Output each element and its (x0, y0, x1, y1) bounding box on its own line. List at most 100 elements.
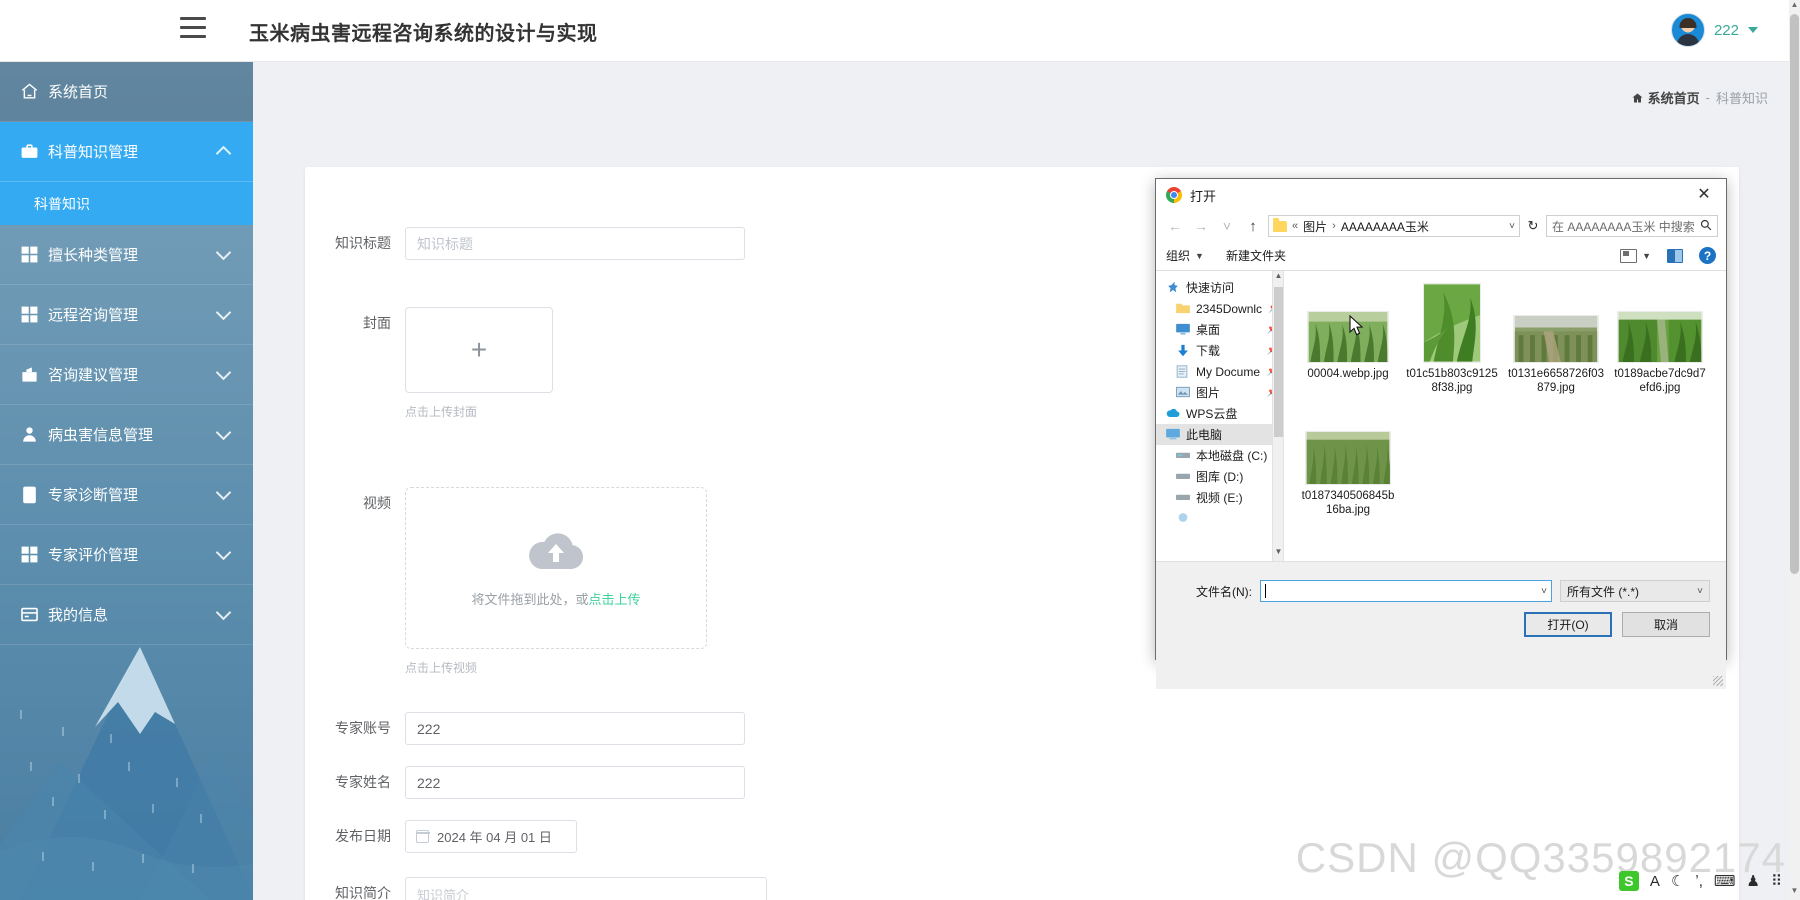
scrollbar-thumb[interactable] (1274, 287, 1283, 437)
file-item[interactable]: 00004.webp.jpg (1296, 283, 1400, 405)
knowledge-intro-textarea[interactable] (405, 877, 767, 900)
tree-item-2345downloads[interactable]: 2345Downlc 📌 (1156, 298, 1283, 319)
chevron-up-icon (215, 145, 232, 162)
tree-scrollbar[interactable]: ▲ ▼ (1272, 271, 1283, 561)
dialog-title-bar: 打开 ✕ (1156, 179, 1726, 211)
file-item[interactable]: t01c51b803c91258f38.jpg (1400, 283, 1504, 405)
toolbar-right-group: ▼ ? (1620, 247, 1716, 264)
tree-item-local-disk-c[interactable]: 本地磁盘 (C:) (1156, 445, 1283, 466)
preview-pane-icon[interactable] (1667, 248, 1683, 263)
sidebar-item-knowledge-management[interactable]: 科普知识管理 (0, 122, 253, 182)
chevron-down-icon (215, 244, 232, 261)
file-item[interactable]: t0189acbe7dc9d7efd6.jpg (1608, 283, 1712, 405)
file-item[interactable]: t0131e6658726f03879.jpg (1504, 283, 1608, 405)
breadcrumb-home[interactable]: 系统首页 (1631, 88, 1700, 107)
change-view-button[interactable]: ▼ (1620, 248, 1651, 263)
tree-item-network-partial[interactable] (1156, 508, 1283, 529)
sogou-logo-icon[interactable]: S (1618, 871, 1639, 891)
sidebar-item-specialty-type-management[interactable]: 擅长种类管理 (0, 225, 253, 285)
sidebar-subitem-label: 科普知识 (34, 195, 90, 212)
cover-upload-button[interactable]: + (405, 307, 553, 393)
sidebar-item-advice-management[interactable]: 咨询建议管理 (0, 345, 253, 405)
new-folder-button[interactable]: 新建文件夹 (1226, 247, 1286, 264)
expert-account-input[interactable] (405, 712, 745, 745)
resize-grip[interactable] (1713, 676, 1723, 686)
address-bar[interactable]: « 图片 › AAAAAAAA玉米 ˅ (1268, 215, 1520, 237)
chrome-icon (1166, 187, 1182, 203)
sidebar-item-expert-diagnosis-management[interactable]: 专家诊断管理 (0, 465, 253, 525)
search-icon[interactable] (1700, 219, 1712, 234)
chevron-down-icon[interactable]: ˅ (1541, 586, 1547, 597)
ime-keyboard-icon[interactable]: ⌨ (1714, 872, 1736, 890)
tree-item-label: 本地磁盘 (C:) (1196, 449, 1268, 463)
tree-item-this-pc[interactable]: 此电脑 (1156, 424, 1283, 445)
tree-item-disk-d[interactable]: 图库 (D:) (1156, 466, 1283, 487)
publish-date-picker[interactable]: 2024 年 04 月 01 日 (405, 820, 577, 853)
address-part-0[interactable]: 图片 (1303, 218, 1327, 235)
ime-toolbox-icon[interactable]: ⠿ (1771, 872, 1782, 890)
ime-punctuation-icon[interactable]: ʼ, (1695, 873, 1703, 890)
calendar-icon (415, 830, 430, 843)
tree-item-downloads[interactable]: 下载 📌 (1156, 340, 1283, 361)
video-dropzone[interactable]: 将文件拖到此处，或点击上传 (405, 487, 707, 649)
user-name-label: 222 (1713, 21, 1739, 39)
ime-moon-icon[interactable]: ☾ (1671, 872, 1684, 890)
page-scrollbar-thumb[interactable] (1790, 14, 1799, 574)
tree-item-pictures[interactable]: 图片 📌 (1156, 382, 1283, 403)
sidebar-item-remote-consultation-management[interactable]: 远程咨询管理 (0, 285, 253, 345)
dropzone-text-prefix: 将文件拖到此处，或 (471, 591, 589, 607)
sidebar-item-pest-info-management[interactable]: 病虫害信息管理 (0, 405, 253, 465)
file-item[interactable]: t0187340506845b16ba.jpg (1296, 405, 1400, 527)
chevron-down-icon[interactable]: ˅ (1509, 221, 1515, 232)
dialog-search-box[interactable]: 在 AAAAAAAA玉米 中搜索 (1546, 215, 1718, 237)
navigation-tree: 快速访问 2345Downlc 📌 桌面 📌 (1156, 271, 1284, 561)
network-icon (1176, 512, 1190, 525)
form-row-cover: 封面 + 点击上传封面 (305, 307, 553, 420)
tree-item-desktop[interactable]: 桌面 📌 (1156, 319, 1283, 340)
sidebar-item-my-info[interactable]: 我的信息 (0, 585, 253, 645)
filetype-dropdown[interactable]: 所有文件 (*.*) ˅ (1560, 580, 1710, 602)
user-menu[interactable]: 222 (1670, 12, 1758, 48)
address-part-1[interactable]: AAAAAAAA玉米 (1341, 218, 1429, 235)
dialog-toolbar: 组织 ▼ 新建文件夹 ▼ ? (1156, 241, 1726, 271)
scroll-up-icon[interactable]: ▲ (1789, 0, 1800, 14)
organize-button[interactable]: 组织 ▼ (1166, 247, 1204, 264)
tree-item-quick-access[interactable]: 快速访问 (1156, 277, 1283, 298)
field-label-video: 视频 (363, 495, 391, 511)
up-one-level-icon[interactable]: ↑ (1242, 218, 1264, 235)
sidebar-item-expert-evaluation-management[interactable]: 专家评价管理 (0, 525, 253, 585)
cancel-button[interactable]: 取消 (1622, 612, 1710, 637)
hamburger-menu-icon[interactable] (180, 17, 210, 43)
help-icon[interactable]: ? (1699, 247, 1716, 264)
address-arrow: › (1332, 220, 1336, 232)
recent-locations-icon[interactable]: ˅ (1216, 218, 1238, 234)
back-icon[interactable]: ← (1164, 218, 1186, 234)
home-icon (20, 82, 39, 101)
filename-input[interactable]: ˅ (1260, 580, 1552, 602)
scroll-down-icon[interactable]: ▼ (1273, 547, 1283, 561)
close-icon[interactable]: ✕ (1682, 179, 1726, 211)
knowledge-title-input[interactable] (405, 227, 745, 260)
tree-item-my-documents[interactable]: My Docume 📌 (1156, 361, 1283, 382)
dropzone-upload-link[interactable]: 点击上传 (589, 592, 641, 607)
forward-icon[interactable]: → (1190, 218, 1212, 234)
video-dropzone-text: 将文件拖到此处，或点击上传 (471, 589, 640, 608)
dialog-body: 快速访问 2345Downlc 📌 桌面 📌 (1156, 271, 1726, 561)
user-icon (20, 425, 39, 444)
sidebar-item-home[interactable]: 系统首页 (0, 62, 253, 122)
expert-name-input[interactable] (405, 766, 745, 799)
sidebar-subitem-knowledge[interactable]: 科普知识 (0, 182, 253, 225)
document-icon (1176, 365, 1190, 378)
dialog-navigation-bar: ← → ˅ ↑ « 图片 › AAAAAAAA玉米 ˅ ↻ 在 AAAAAAAA… (1156, 211, 1726, 241)
scroll-up-icon[interactable]: ▲ (1273, 271, 1283, 285)
refresh-icon[interactable]: ↻ (1524, 218, 1542, 234)
tree-item-wps-cloud[interactable]: WPS云盘 (1156, 403, 1283, 424)
scroll-down-icon[interactable]: ▼ (1789, 886, 1800, 900)
page-scrollbar[interactable]: ▲ ▼ (1789, 0, 1800, 900)
ime-language-icon[interactable]: A (1650, 873, 1660, 890)
ime-user-icon[interactable]: ♟ (1747, 872, 1760, 890)
tree-item-disk-e[interactable]: 视频 (E:) (1156, 487, 1283, 508)
open-button[interactable]: 打开(O) (1524, 612, 1612, 637)
bag-icon (20, 365, 39, 384)
application-root: 玉米病虫害远程咨询系统的设计与实现 222 系统首页 科普知识管理 科普知识 擅… (0, 0, 1800, 900)
